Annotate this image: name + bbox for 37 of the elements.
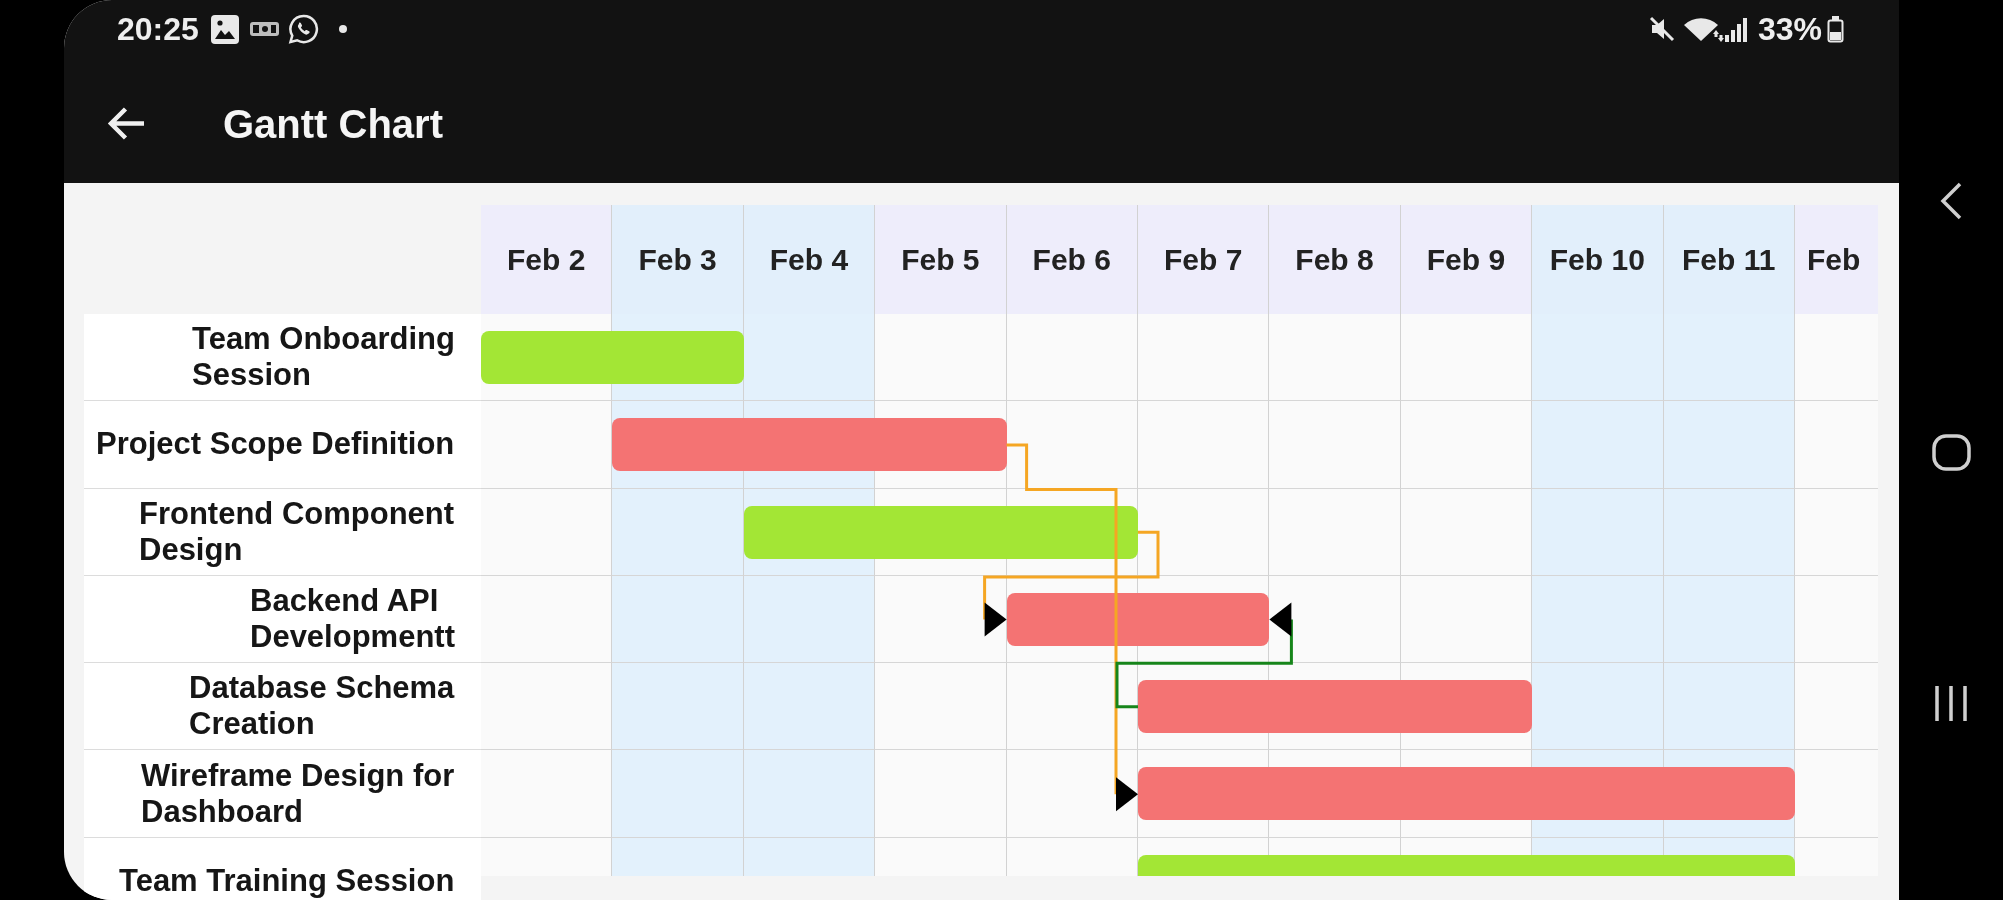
- dot-icon: [338, 25, 347, 33]
- recents-icon: [1932, 683, 1970, 724]
- back-button[interactable]: [107, 106, 145, 141]
- image-icon: [210, 14, 239, 44]
- signal-icon: [1723, 16, 1747, 42]
- date-header: Feb 8: [1269, 205, 1401, 314]
- app-title: Gantt Chart: [223, 100, 443, 148]
- task-label: Team Onboarding Session: [192, 321, 456, 394]
- date-header: Feb 4: [743, 205, 876, 314]
- task-label: Wireframe Design for Dashboard: [141, 757, 456, 830]
- date-header: Feb 11: [1663, 205, 1795, 314]
- chat-phone-icon: [287, 13, 319, 45]
- battery-percentage: 33%: [1757, 10, 1822, 49]
- date-header: Feb: [1794, 205, 1878, 314]
- date-header: Feb 5: [875, 205, 1007, 314]
- date-header: Feb 7: [1137, 205, 1270, 314]
- date-header: Feb 3: [612, 205, 744, 314]
- arrow-left-icon: [107, 106, 145, 141]
- task-label: Project Scope Definition: [96, 426, 456, 463]
- app-badge-icon: [249, 22, 279, 36]
- chevron-left-icon: [1938, 181, 1964, 221]
- task-label: Database Schema Creation: [189, 670, 456, 743]
- battery-icon: [1824, 15, 1847, 43]
- mute-icon: [1648, 16, 1675, 42]
- recents-button[interactable]: [1932, 683, 1970, 724]
- home-icon: [1931, 434, 1971, 471]
- date-header: Feb 2: [481, 205, 613, 314]
- home-button[interactable]: [1931, 434, 1971, 471]
- task-label: Backend API Developmentt: [250, 583, 456, 656]
- nav-back-button[interactable]: [1938, 181, 1964, 221]
- wifi-icon: [1682, 16, 1724, 42]
- date-header: Feb 6: [1006, 205, 1138, 314]
- task-label: Team Training Session: [119, 862, 456, 899]
- task-label: Frontend Component Design: [139, 495, 456, 568]
- date-header: Feb 10: [1532, 205, 1664, 314]
- status-time: 20:25: [117, 10, 199, 49]
- date-header: Feb 9: [1400, 205, 1533, 314]
